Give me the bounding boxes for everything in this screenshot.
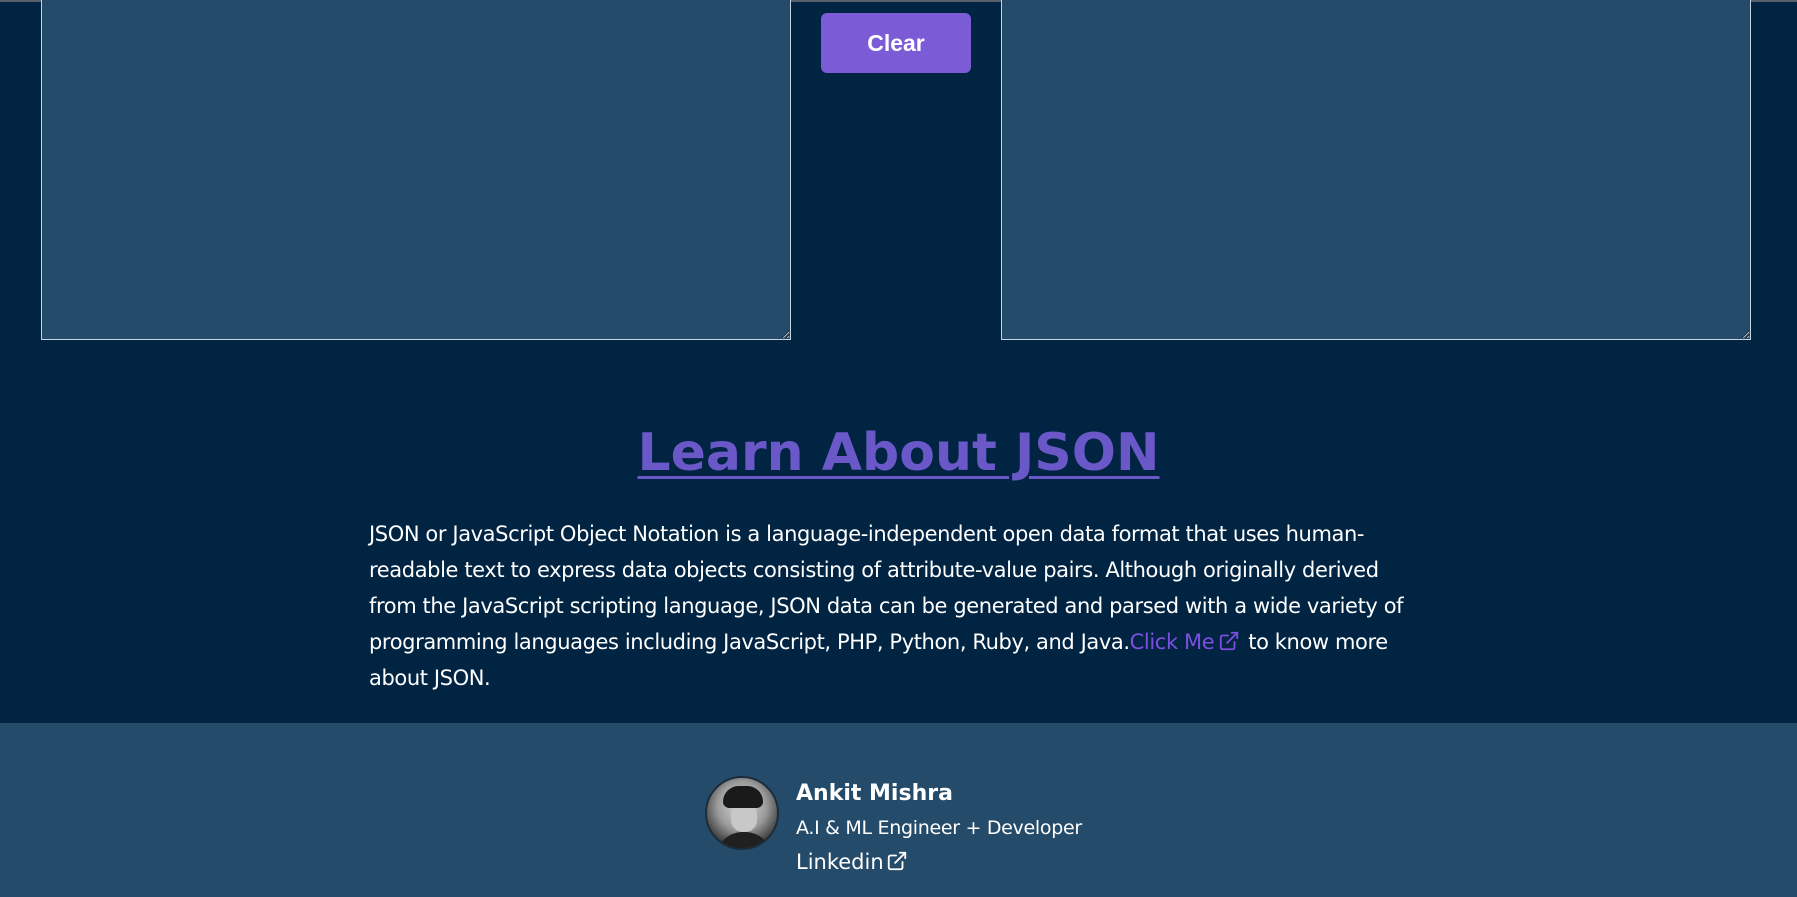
external-link-icon xyxy=(1220,631,1239,651)
developer-role: A.I & ML Engineer + Developer xyxy=(796,817,1082,839)
external-link-icon xyxy=(887,851,906,871)
json-output-textarea[interactable] xyxy=(1001,0,1751,340)
click-me-link[interactable]: Click Me xyxy=(1130,630,1249,654)
linkedin-label: Linkedin xyxy=(796,850,884,874)
page: Clear Learn About JSON JSON or JavaScrip… xyxy=(0,0,1797,897)
json-description: JSON or JavaScript Object Notation is a … xyxy=(369,516,1431,696)
linkedin-link[interactable]: Linkedin xyxy=(796,850,916,874)
clear-button[interactable]: Clear xyxy=(821,13,971,73)
developer-name: Ankit Mishra xyxy=(796,781,953,806)
click-me-label: Click Me xyxy=(1129,630,1215,654)
learn-about-json-link[interactable]: Learn About JSON xyxy=(638,423,1160,483)
learn-about-json-heading: Learn About JSON xyxy=(0,418,1797,488)
json-input-textarea[interactable] xyxy=(41,0,791,340)
profile-avatar xyxy=(705,776,779,850)
